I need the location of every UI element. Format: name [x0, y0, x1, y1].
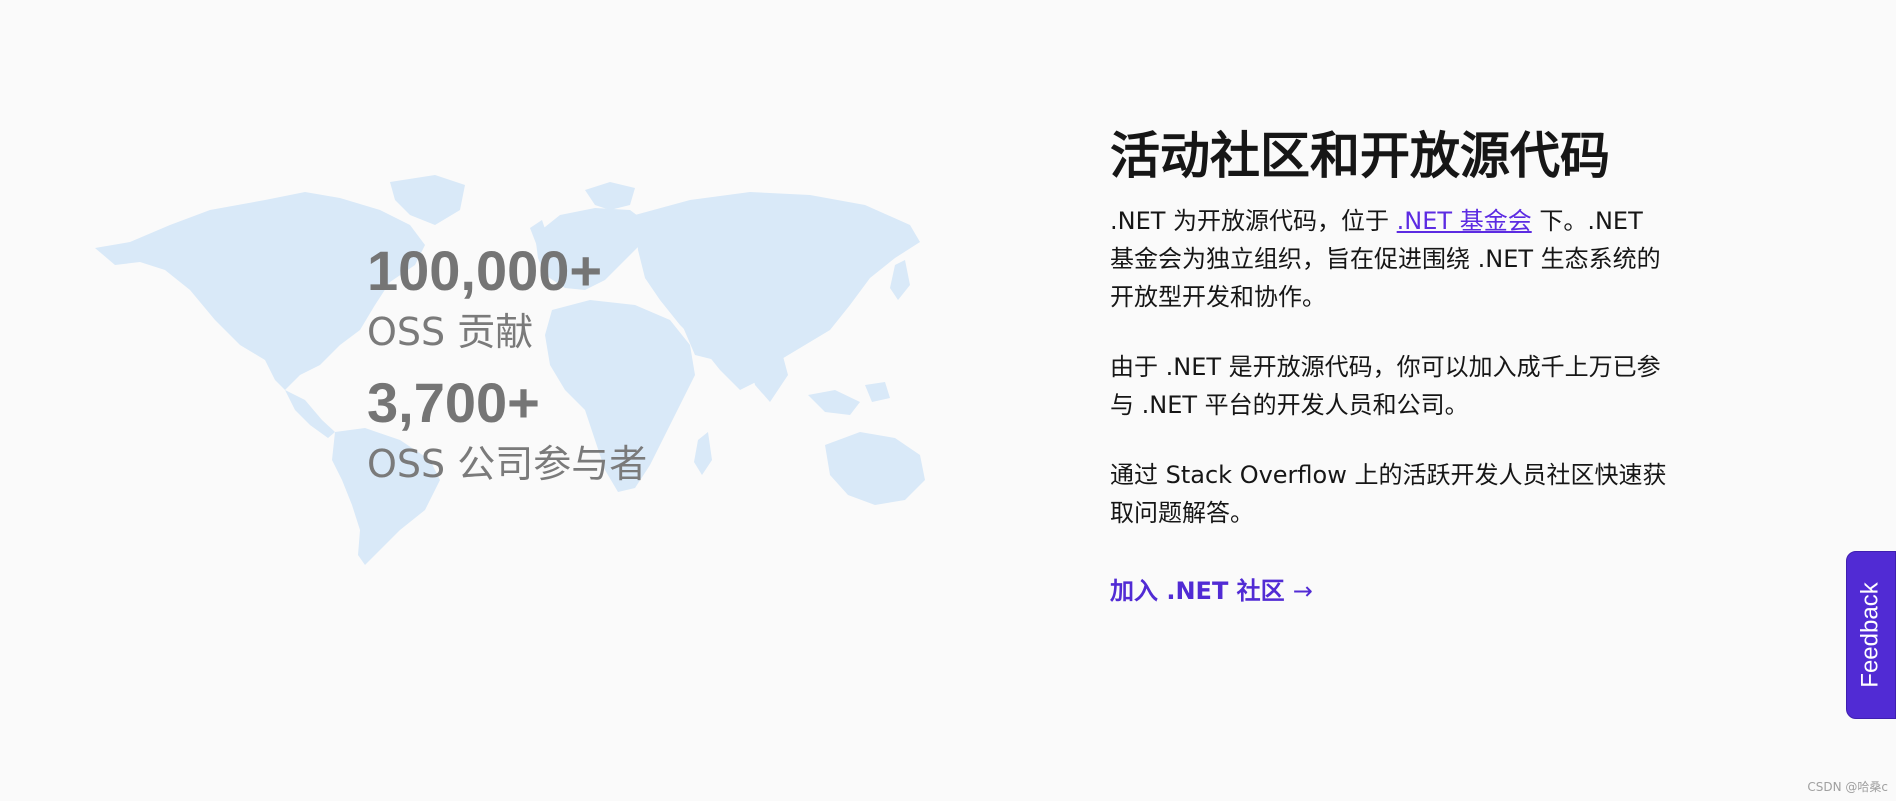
feedback-label: Feedback: [1857, 582, 1884, 688]
stat-number-companies: 3,700+: [367, 371, 540, 434]
stat-number-contributions: 100,000+: [367, 239, 603, 302]
paragraph-foundation-text-1: .NET 为开放源代码，位于: [1110, 207, 1397, 235]
dotnet-foundation-link[interactable]: .NET 基金会: [1397, 207, 1532, 235]
page: 100,000+ OSS 贡献 3,700+ OSS 公司参与者 活动社区和开放…: [0, 0, 1896, 801]
watermark: CSDN @哈桑c: [1807, 780, 1888, 794]
community-section: 活动社区和开放源代码 .NET 为开放源代码，位于 .NET 基金会 下。.NE…: [1110, 124, 1670, 610]
stats-block: 100,000+ OSS 贡献 3,700+ OSS 公司参与者: [367, 238, 647, 502]
join-community-label: 加入 .NET 社区: [1110, 577, 1285, 605]
paragraph-foundation: .NET 为开放源代码，位于 .NET 基金会 下。.NET 基金会为独立组织，…: [1110, 202, 1670, 316]
stat-label-contributions: OSS 贡献: [367, 310, 534, 354]
section-heading: 活动社区和开放源代码: [1110, 127, 1610, 185]
stat-label-companies: OSS 公司参与者: [367, 442, 648, 486]
join-community-link[interactable]: 加入 .NET 社区 →: [1110, 572, 1313, 610]
paragraph-open-source: 由于 .NET 是开放源代码，你可以加入成千上万已参与 .NET 平台的开发人员…: [1110, 353, 1661, 419]
feedback-button[interactable]: Feedback: [1846, 551, 1896, 719]
paragraph-stack-overflow: 通过 Stack Overflow 上的活跃开发人员社区快速获取问题解答。: [1110, 461, 1667, 527]
arrow-right-icon: →: [1292, 577, 1313, 605]
